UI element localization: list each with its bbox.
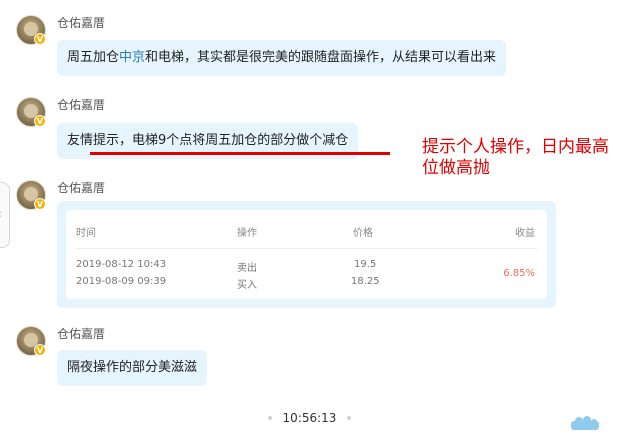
sender-name[interactable]: 仓佑嘉厝 xyxy=(57,327,105,341)
message-text: 周五加仓 xyxy=(67,50,120,65)
v-badge-icon: V xyxy=(34,115,46,127)
v-badge-icon: V xyxy=(34,344,46,356)
stock-link[interactable]: 中京 xyxy=(119,50,145,65)
message-text: 和电梯，其实都是很完美的跟随盘面操作，从结果可以看出来 xyxy=(145,50,497,65)
timestamp: 10:56:13 xyxy=(282,411,337,425)
row-price: 19.5 xyxy=(354,259,377,270)
row-price: 18.25 xyxy=(351,276,380,287)
message-bubble: 周五加仓中京和电梯，其实都是很完美的跟随盘面操作，从结果可以看出来 xyxy=(57,40,507,76)
sender-name[interactable]: 仓佑嘉厝 xyxy=(57,181,105,195)
row-action: 买入 xyxy=(237,280,257,291)
sender-name[interactable]: 仓佑嘉厝 xyxy=(57,98,105,112)
row-time: 2019-08-12 10:43 xyxy=(76,259,167,270)
row-time: 2019-08-09 09:39 xyxy=(76,276,167,287)
v-badge-icon: V xyxy=(34,33,46,45)
table-divider xyxy=(75,248,538,249)
message-text: 友情提示，电梯9个点将周五加仓的部分做个减仓 xyxy=(67,133,349,148)
header-action: 操作 xyxy=(237,228,257,239)
collapse-side-tab[interactable]: ‹ xyxy=(0,182,10,248)
sender-name[interactable]: 仓佑嘉厝 xyxy=(57,16,105,30)
header-profit: 收益 xyxy=(515,228,535,239)
cloud-icon[interactable] xyxy=(570,416,600,430)
header-time: 时间 xyxy=(76,228,96,239)
v-badge-icon: V xyxy=(34,198,46,210)
header-price: 价格 xyxy=(353,228,373,239)
red-underline-mark xyxy=(90,152,390,155)
trade-card[interactable]: 时间 操作 价格 收益 2019-08-12 10:43 卖出 19.5 201… xyxy=(57,201,556,308)
profit-value: 6.85% xyxy=(503,268,535,279)
message-text: 隔夜操作的部分美滋滋 xyxy=(67,360,198,375)
trade-table: 时间 操作 价格 收益 2019-08-12 10:43 卖出 19.5 201… xyxy=(66,210,547,299)
red-annotation: 提示个人操作，日内最高位做高抛 xyxy=(422,137,609,178)
row-action: 卖出 xyxy=(237,263,257,274)
chevron-left-icon: ‹ xyxy=(0,207,2,221)
message-bubble: 隔夜操作的部分美滋滋 xyxy=(57,350,208,386)
divider-dot xyxy=(347,416,351,420)
